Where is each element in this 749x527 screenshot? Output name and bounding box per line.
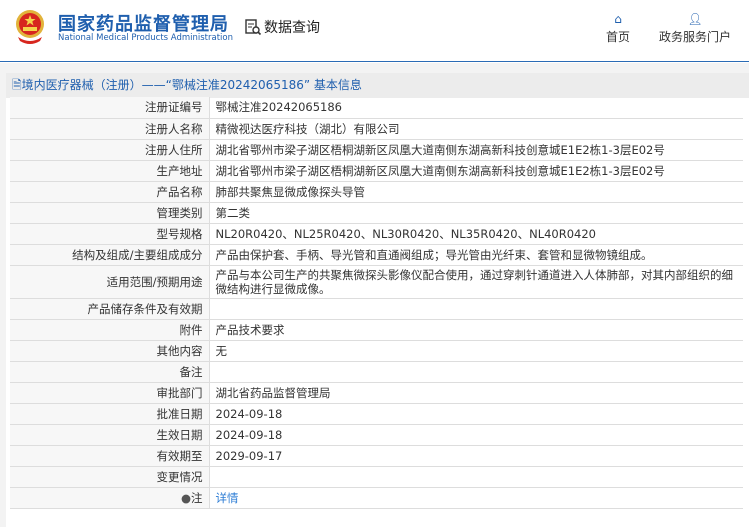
field-value <box>209 298 743 320</box>
site-header: 国家药品监督管理局 National Medical Products Admi… <box>0 0 749 62</box>
field-label: 其他内容 <box>10 340 210 362</box>
field-label: 变更情况 <box>10 466 210 488</box>
field-label: ●注 <box>10 487 210 509</box>
site-subtitle: National Medical Products Administration <box>58 33 233 43</box>
field-label: 结构及组成/主要组成成分 <box>10 244 210 266</box>
field-value: 产品与本公司生产的共聚焦微探头影像仪配合使用，通过穿刺针通道进入人体肺部，对其内… <box>209 265 743 299</box>
table-row: 批准日期 2024-09-18 <box>10 403 743 425</box>
field-label: 注册证编号 <box>10 97 210 119</box>
field-label: 生产地址 <box>10 160 210 182</box>
user-icon: 👤︎ <box>687 12 703 26</box>
field-value: 产品技术要求 <box>209 319 743 341</box>
field-value: 湖北省鄂州市梁子湖区梧桐湖新区凤凰大道南侧东湖高新科技创意城E1E2栋1-3层E… <box>209 160 743 182</box>
field-label: 备注 <box>10 361 210 383</box>
home-icon: ⌂ <box>614 12 622 26</box>
field-value: 无 <box>209 340 743 362</box>
field-value: 产品由保护套、手柄、导光管和直通阀组成；导光管由光纤束、套管和显微物镜组成。 <box>209 244 743 266</box>
nav-service-portal[interactable]: 👤︎ 政务服务门户 <box>659 12 731 45</box>
field-label: 型号规格 <box>10 223 210 245</box>
field-label: 生效日期 <box>10 424 210 446</box>
field-value <box>209 466 743 488</box>
details-link[interactable]: 详情 <box>216 491 239 505</box>
panel-title-text: 境内医疗器械（注册）——“鄂械注准20242065186” 基本信息 <box>21 78 362 92</box>
panel-title: 🗎︎境内医疗器械（注册）——“鄂械注准20242065186” 基本信息 <box>6 73 749 98</box>
field-label: 注册人住所 <box>10 139 210 161</box>
field-value <box>209 361 743 383</box>
field-value: 鄂械注准20242065186 <box>209 97 743 119</box>
field-label: 审批部门 <box>10 382 210 404</box>
table-row: 备注 <box>10 361 743 383</box>
table-row: 结构及组成/主要组成成分 产品由保护套、手柄、导光管和直通阀组成；导光管由光纤束、… <box>10 244 743 266</box>
table-row: 生产地址 湖北省鄂州市梁子湖区梧桐湖新区凤凰大道南侧东湖高新科技创意城E1E2栋1… <box>10 160 743 182</box>
page-body: 🗎︎境内医疗器械（注册）——“鄂械注准20242065186” 基本信息 注册证… <box>0 63 749 527</box>
field-label: 注册人名称 <box>10 118 210 140</box>
field-value: 第二类 <box>209 202 743 224</box>
nav-home-label: 首页 <box>606 30 631 44</box>
field-label: 产品名称 <box>10 181 210 203</box>
field-value: 2024-09-18 <box>209 424 743 446</box>
table-row-note: ●注 详情 <box>10 487 743 509</box>
field-label: 有效期至 <box>10 445 210 467</box>
table-row: 附件 产品技术要求 <box>10 319 743 341</box>
field-value: 2024-09-18 <box>209 403 743 425</box>
table-row: 型号规格 NL20R0420、NL25R0420、NL30R0420、NL35R0… <box>10 223 743 245</box>
table-row: 注册证编号 鄂械注准20242065186 <box>10 97 743 119</box>
table-row: 其他内容无 <box>10 340 743 362</box>
table-row: 适用范围/预期用途 产品与本公司生产的共聚焦微探头影像仪配合使用，通过穿刺针通道进… <box>10 265 743 299</box>
search-document-icon <box>245 19 262 36</box>
note-label: 注 <box>191 490 203 505</box>
table-row: 审批部门 湖北省药品监督管理局 <box>10 382 743 404</box>
table-row: 变更情况 <box>10 466 743 488</box>
table-row: 生效日期 2024-09-18 <box>10 424 743 446</box>
table-row: 注册人名称 精微视达医疗科技（湖北）有限公司 <box>10 118 743 140</box>
field-label: 适用范围/预期用途 <box>10 265 210 299</box>
field-label: 管理类别 <box>10 202 210 224</box>
nav-service-label: 政务服务门户 <box>659 30 732 44</box>
national-emblem-icon <box>16 10 44 44</box>
field-value: 肺部共聚焦显微成像探头导管 <box>209 181 743 203</box>
field-label: 附件 <box>10 319 210 341</box>
data-query-label: 数据查询 <box>264 20 320 36</box>
bulb-icon: ● <box>180 490 191 505</box>
table-row: 注册人住所 湖北省鄂州市梁子湖区梧桐湖新区凤凰大道南侧东湖高新科技创意城E1E2栋… <box>10 139 743 161</box>
field-label: 批准日期 <box>10 403 210 425</box>
field-value: 精微视达医疗科技（湖北）有限公司 <box>209 118 743 140</box>
detail-table: 注册证编号 鄂械注准20242065186 注册人名称 精微视达医疗科技（湖北）有限公… <box>10 97 743 509</box>
data-query-link[interactable]: 数据查询 <box>244 17 320 37</box>
field-value: 湖北省药品监督管理局 <box>209 382 743 404</box>
document-icon: 🗎︎ <box>12 78 22 92</box>
table-row: 产品名称 肺部共聚焦显微成像探头导管 <box>10 181 743 203</box>
nav-home[interactable]: ⌂ 首页 <box>606 12 630 45</box>
field-label: 产品储存条件及有效期 <box>10 298 210 320</box>
table-row: 产品储存条件及有效期 <box>10 298 743 320</box>
field-value: 湖北省鄂州市梁子湖区梧桐湖新区凤凰大道南侧东湖高新科技创意城E1E2栋1-3层E… <box>209 139 743 161</box>
field-value: 2029-09-17 <box>209 445 743 467</box>
table-row: 管理类别 第二类 <box>10 202 743 224</box>
field-value: NL20R0420、NL25R0420、NL30R0420、NL35R0420、… <box>209 223 743 245</box>
table-row: 有效期至 2029-09-17 <box>10 445 743 467</box>
